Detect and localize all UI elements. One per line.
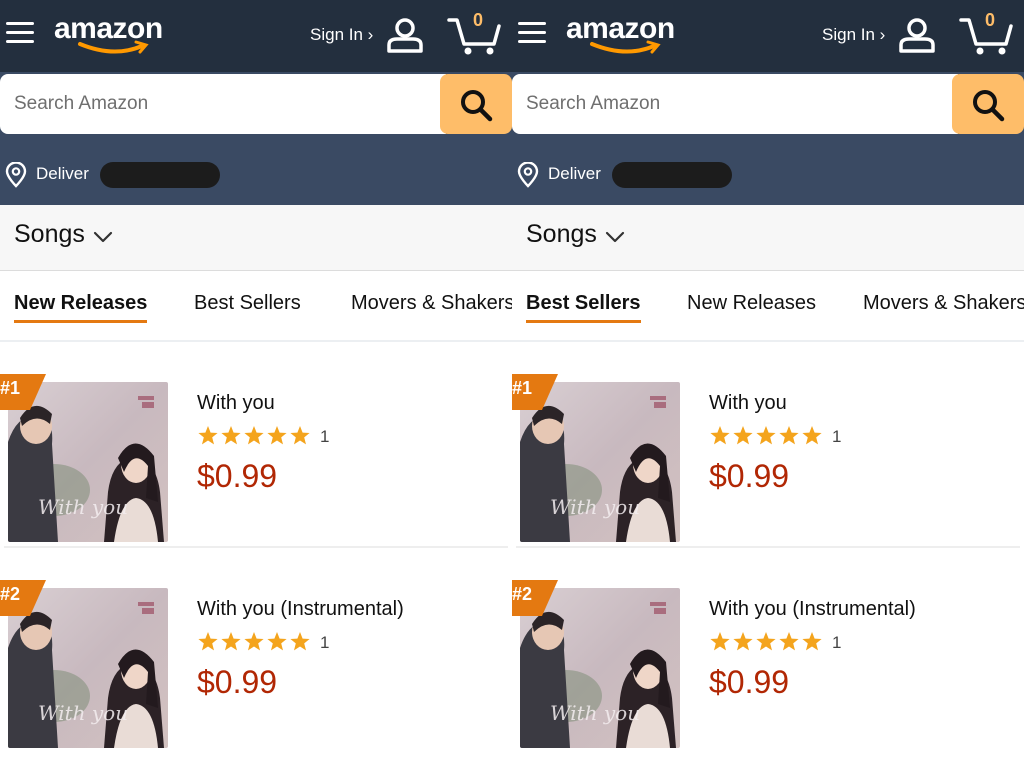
star-icon	[198, 632, 218, 651]
category-selector[interactable]: Songs	[0, 205, 512, 271]
star-icon	[244, 426, 264, 445]
list-item[interactable]: With you #2 With you (Instrumental) 1 $0…	[512, 548, 1024, 754]
list-item[interactable]: With you #1 With you 1 $0.99	[0, 342, 512, 548]
search-input[interactable]	[512, 74, 958, 134]
top-nav-bar: amazon Sign In › 0	[512, 0, 1024, 72]
sign-in-link[interactable]: Sign In ›	[310, 24, 373, 46]
star-icon	[198, 426, 218, 445]
deliver-location[interactable]: Deliver	[4, 160, 304, 190]
star-icon	[267, 632, 287, 651]
star-rating	[198, 426, 310, 445]
redacted-address	[612, 162, 732, 188]
search-bar	[0, 72, 512, 136]
menu-icon[interactable]	[4, 17, 36, 49]
song-title[interactable]: With you (Instrumental)	[709, 598, 916, 621]
svg-text:With you: With you	[38, 701, 128, 725]
rating-count[interactable]: 1	[832, 633, 841, 653]
search-button[interactable]	[440, 74, 512, 134]
star-icon	[710, 632, 730, 651]
tab-best-sellers[interactable]: Best Sellers	[526, 292, 641, 323]
search-button[interactable]	[952, 74, 1024, 134]
location-pin-icon	[517, 162, 539, 188]
ranking-tabs: New Releases Best Sellers Movers & Shake…	[0, 272, 512, 342]
deliver-label: Deliver	[36, 164, 89, 183]
rank-number: #2	[0, 584, 21, 604]
star-icon	[290, 426, 310, 445]
star-icon	[221, 632, 241, 651]
category-label: Songs	[526, 220, 597, 248]
top-nav-bar: amazon Sign In › 0	[0, 0, 512, 72]
star-icon	[267, 426, 287, 445]
svg-text:With you: With you	[550, 495, 640, 519]
search-bar	[512, 72, 1024, 136]
star-icon	[756, 426, 776, 445]
star-icon	[733, 632, 753, 651]
location-pin-icon	[5, 162, 27, 188]
search-input[interactable]	[0, 74, 446, 134]
tab-best-sellers[interactable]: Best Sellers	[194, 292, 301, 315]
panel-new-releases: amazon Sign In › 0 Deliver Songs New Rel…	[0, 0, 512, 768]
amazon-smile-icon	[78, 40, 149, 54]
category-label: Songs	[14, 220, 85, 248]
price: $0.99	[197, 664, 278, 700]
menu-icon[interactable]	[516, 17, 548, 49]
rating-count[interactable]: 1	[832, 427, 841, 447]
rank-number: #1	[0, 378, 21, 398]
song-title[interactable]: With you	[197, 392, 275, 415]
star-icon	[802, 632, 822, 651]
cart-count-badge: 0	[984, 10, 995, 30]
redacted-address	[100, 162, 220, 188]
amazon-smile-icon	[590, 40, 661, 54]
category-selector[interactable]: Songs	[512, 205, 1024, 271]
star-rating	[710, 426, 822, 445]
chevron-down-icon	[605, 231, 625, 243]
star-icon	[756, 632, 776, 651]
star-icon	[290, 632, 310, 651]
tab-new-releases[interactable]: New Releases	[687, 292, 816, 315]
star-icon	[244, 632, 264, 651]
rank-number: #2	[512, 584, 533, 604]
tab-movers-and-shakers[interactable]: Movers & Shakers	[351, 292, 512, 315]
search-and-deliver-area: Deliver	[512, 72, 1024, 205]
search-icon	[973, 90, 1005, 122]
chevron-down-icon	[93, 231, 113, 243]
price: $0.99	[709, 664, 790, 700]
svg-text:With you: With you	[38, 495, 128, 519]
user-icon[interactable]	[897, 15, 937, 55]
star-icon	[802, 426, 822, 445]
search-and-deliver-area: Deliver	[0, 72, 512, 205]
list-item[interactable]: With you #2 With you (Instrumental) 1 $0…	[0, 548, 512, 754]
star-icon	[221, 426, 241, 445]
user-icon[interactable]	[385, 15, 425, 55]
tab-movers-and-shakers[interactable]: Movers & Shakers	[863, 292, 1024, 315]
rating-count[interactable]: 1	[320, 427, 329, 447]
star-icon	[779, 426, 799, 445]
song-title[interactable]: With you (Instrumental)	[197, 598, 404, 621]
panel-best-sellers: amazon Sign In › 0 Deliver Songs Best Se…	[512, 0, 1024, 768]
price: $0.99	[197, 458, 278, 494]
search-icon	[461, 90, 493, 122]
svg-text:With you: With you	[550, 701, 640, 725]
star-icon	[733, 426, 753, 445]
list-item[interactable]: With you #1 With you 1 $0.99	[512, 342, 1024, 548]
cart-count-badge: 0	[472, 10, 483, 30]
star-rating	[198, 632, 310, 651]
star-rating	[710, 632, 822, 651]
rating-count[interactable]: 1	[320, 633, 329, 653]
deliver-location[interactable]: Deliver	[516, 160, 816, 190]
star-icon	[779, 632, 799, 651]
star-icon	[710, 426, 730, 445]
rank-number: #1	[512, 378, 533, 398]
deliver-label: Deliver	[548, 164, 601, 183]
tab-new-releases[interactable]: New Releases	[14, 292, 148, 323]
price: $0.99	[709, 458, 790, 494]
ranking-tabs: Best Sellers New Releases Movers & Shake…	[512, 272, 1024, 342]
song-title[interactable]: With you	[709, 392, 787, 415]
sign-in-link[interactable]: Sign In ›	[822, 24, 885, 46]
